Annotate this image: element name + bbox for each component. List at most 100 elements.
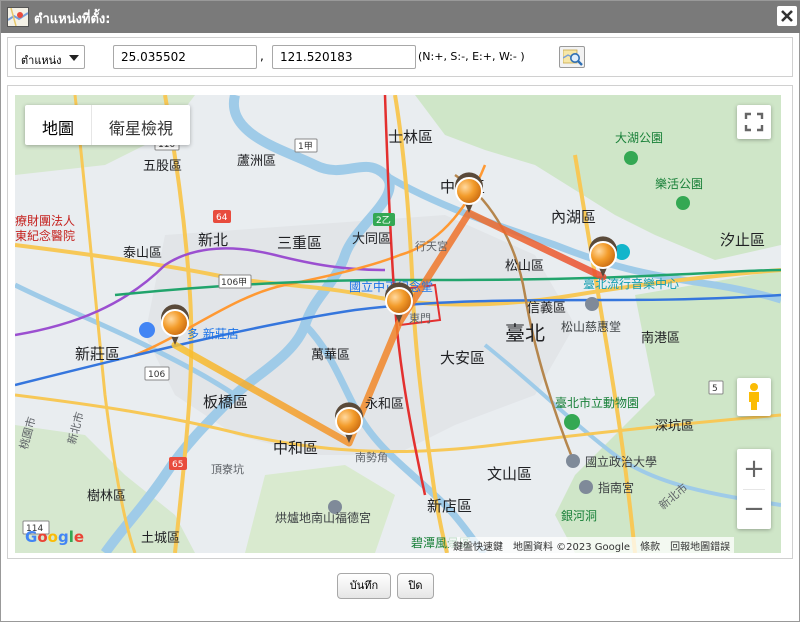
map-attribution: 鍵盤快速鍵 地圖資料 ©2023 Google 條款 回報地圖錯誤 — [449, 537, 735, 553]
district-label: 大安區 — [440, 349, 485, 367]
district-label: 三重區 — [277, 234, 322, 252]
poi-label: 多 新莊店 — [187, 326, 239, 341]
logo-letter: o — [47, 528, 58, 546]
district-label: 深坑區 — [655, 419, 694, 434]
map-data-text: 地圖資料 ©2023 Google — [513, 542, 631, 553]
map-canvas[interactable]: 士林區 中山區 內湖區 汐止區 蘆洲區 五股區 三重區 新北 泰山區 大同區 松… — [15, 95, 781, 553]
zoom-control: + − — [737, 449, 771, 529]
logo-letter: G — [25, 528, 38, 546]
district-label: 新莊區 — [75, 345, 120, 363]
poi-label: 南勢角 — [355, 450, 388, 464]
road-shield: 5 — [708, 380, 724, 395]
poi-label: 大湖公園 — [615, 130, 663, 145]
district-label: 新北 — [198, 231, 228, 249]
poi-label: 東紀念醫院 — [15, 228, 75, 243]
svg-text:106: 106 — [148, 370, 165, 380]
terms-link[interactable]: 條款 — [640, 538, 660, 553]
road-shield: 65 — [169, 457, 187, 470]
location-mode-value: ตำแหน่ง — [21, 54, 62, 67]
google-logo[interactable]: Google — [25, 528, 84, 546]
dialog-titlebar: ตำแหน่งที่ตั้ง: — [1, 1, 800, 33]
street-view-button[interactable] — [737, 378, 771, 416]
map-search-icon — [563, 49, 583, 66]
svg-text:65: 65 — [172, 460, 183, 470]
close-icon[interactable] — [777, 6, 797, 26]
logo-letter: e — [73, 528, 85, 546]
district-label: 汐止區 — [720, 231, 765, 249]
zoom-out-button[interactable]: − — [737, 489, 771, 529]
fullscreen-button[interactable] — [737, 105, 771, 139]
svg-text:106甲: 106甲 — [221, 277, 247, 288]
district-label: 大同區 — [352, 232, 391, 247]
latitude-input[interactable]: 25.035502 — [113, 45, 257, 69]
district-label: 松山區 — [505, 259, 544, 274]
zoom-in-button[interactable]: + — [737, 449, 771, 489]
fullscreen-icon — [744, 112, 764, 132]
map-type-roadmap[interactable]: 地圖 — [25, 105, 91, 145]
map-type-control: 地圖 衛星檢視 — [25, 105, 191, 145]
district-label: 信義區 — [527, 300, 566, 316]
shopping-marker — [139, 322, 155, 338]
poi-label: 樂活公園 — [655, 176, 703, 191]
district-label: 新店區 — [427, 497, 472, 515]
dialog-title: ตำแหน่งที่ตั้ง: — [34, 12, 111, 27]
coordinate-hint: (N:+, S:-, E:+, W:- ) — [418, 50, 525, 63]
poi-label: 銀河洞 — [561, 509, 597, 523]
location-mode-select[interactable]: ตำแหน่ง — [15, 45, 85, 69]
report-error-link[interactable]: 回報地圖錯誤 — [670, 538, 730, 553]
poi-label: 國立政治大學 — [585, 454, 657, 469]
svg-text:64: 64 — [216, 213, 228, 223]
city-label: 臺北 — [505, 321, 545, 345]
map-panel: 士林區 中山區 內湖區 汐止區 蘆洲區 五股區 三重區 新北 泰山區 大同區 松… — [7, 85, 793, 559]
school-marker — [566, 454, 580, 468]
district-label: 永和區 — [365, 397, 404, 412]
location-dialog: ตำแหน่งที่ตั้ง: ตำแหน่ง 25.035502 , 121.… — [0, 0, 800, 622]
poi-label: 頂寮坑 — [211, 462, 244, 476]
district-label: 土城區 — [141, 531, 180, 546]
map-type-satellite[interactable]: 衛星檢視 — [92, 105, 190, 145]
poi-label: 療財團法人 — [15, 213, 75, 228]
poi-label: 行天宮 — [415, 239, 448, 253]
poi-label: 東門 — [409, 312, 431, 325]
map-search-button[interactable] — [559, 46, 585, 68]
zoo-marker — [564, 414, 580, 430]
road-shield: 106甲 — [218, 274, 252, 289]
poi-label: 臺北市立動物園 — [555, 395, 639, 410]
poi-label: 臺北流行音樂中心 — [583, 276, 679, 291]
save-button[interactable]: บันทึก — [337, 573, 391, 599]
district-label: 泰山區 — [123, 246, 162, 261]
district-label: 中和區 — [273, 439, 318, 457]
district-label: 文山區 — [487, 465, 532, 483]
longitude-input[interactable]: 121.520183 — [272, 45, 416, 69]
road-shield: 2乙 — [373, 213, 395, 226]
map-icon — [7, 7, 29, 27]
park-marker — [676, 196, 690, 210]
district-label: 萬華區 — [311, 348, 350, 363]
park-marker — [624, 151, 638, 165]
road-shield: 64 — [213, 210, 231, 223]
logo-letter: g — [57, 528, 69, 546]
district-label: 樹林區 — [87, 489, 126, 504]
pegman-icon — [749, 383, 759, 410]
logo-letter: o — [37, 528, 48, 546]
close-button[interactable]: ปิด — [397, 573, 434, 599]
road-shield: 106 — [144, 366, 170, 381]
svg-text:1甲: 1甲 — [298, 141, 313, 152]
svg-text:5: 5 — [712, 384, 718, 394]
dialog-footer: บันทึก ปิด — [1, 561, 800, 623]
district-label: 板橋區 — [203, 393, 248, 411]
road-shield: 1甲 — [294, 138, 318, 153]
temple-marker — [579, 480, 593, 494]
poi-label: 松山慈惠堂 — [561, 319, 621, 334]
district-label: 五股區 — [143, 159, 182, 174]
svg-text:2乙: 2乙 — [376, 215, 391, 226]
chevron-down-icon — [69, 55, 79, 61]
poi-label: 指南宮 — [598, 480, 634, 495]
coordinate-toolbar: ตำแหน่ง 25.035502 , 121.520183 (N:+, S:-… — [7, 37, 793, 77]
district-label: 蘆洲區 — [237, 154, 276, 169]
keyboard-shortcuts-link[interactable]: 鍵盤快速鍵 — [453, 538, 503, 553]
district-label: 士林區 — [388, 128, 433, 146]
district-label: 南港區 — [641, 330, 680, 346]
district-label: 內湖區 — [551, 208, 596, 226]
poi-label: 烘爐地南山福德宮 — [275, 510, 371, 525]
